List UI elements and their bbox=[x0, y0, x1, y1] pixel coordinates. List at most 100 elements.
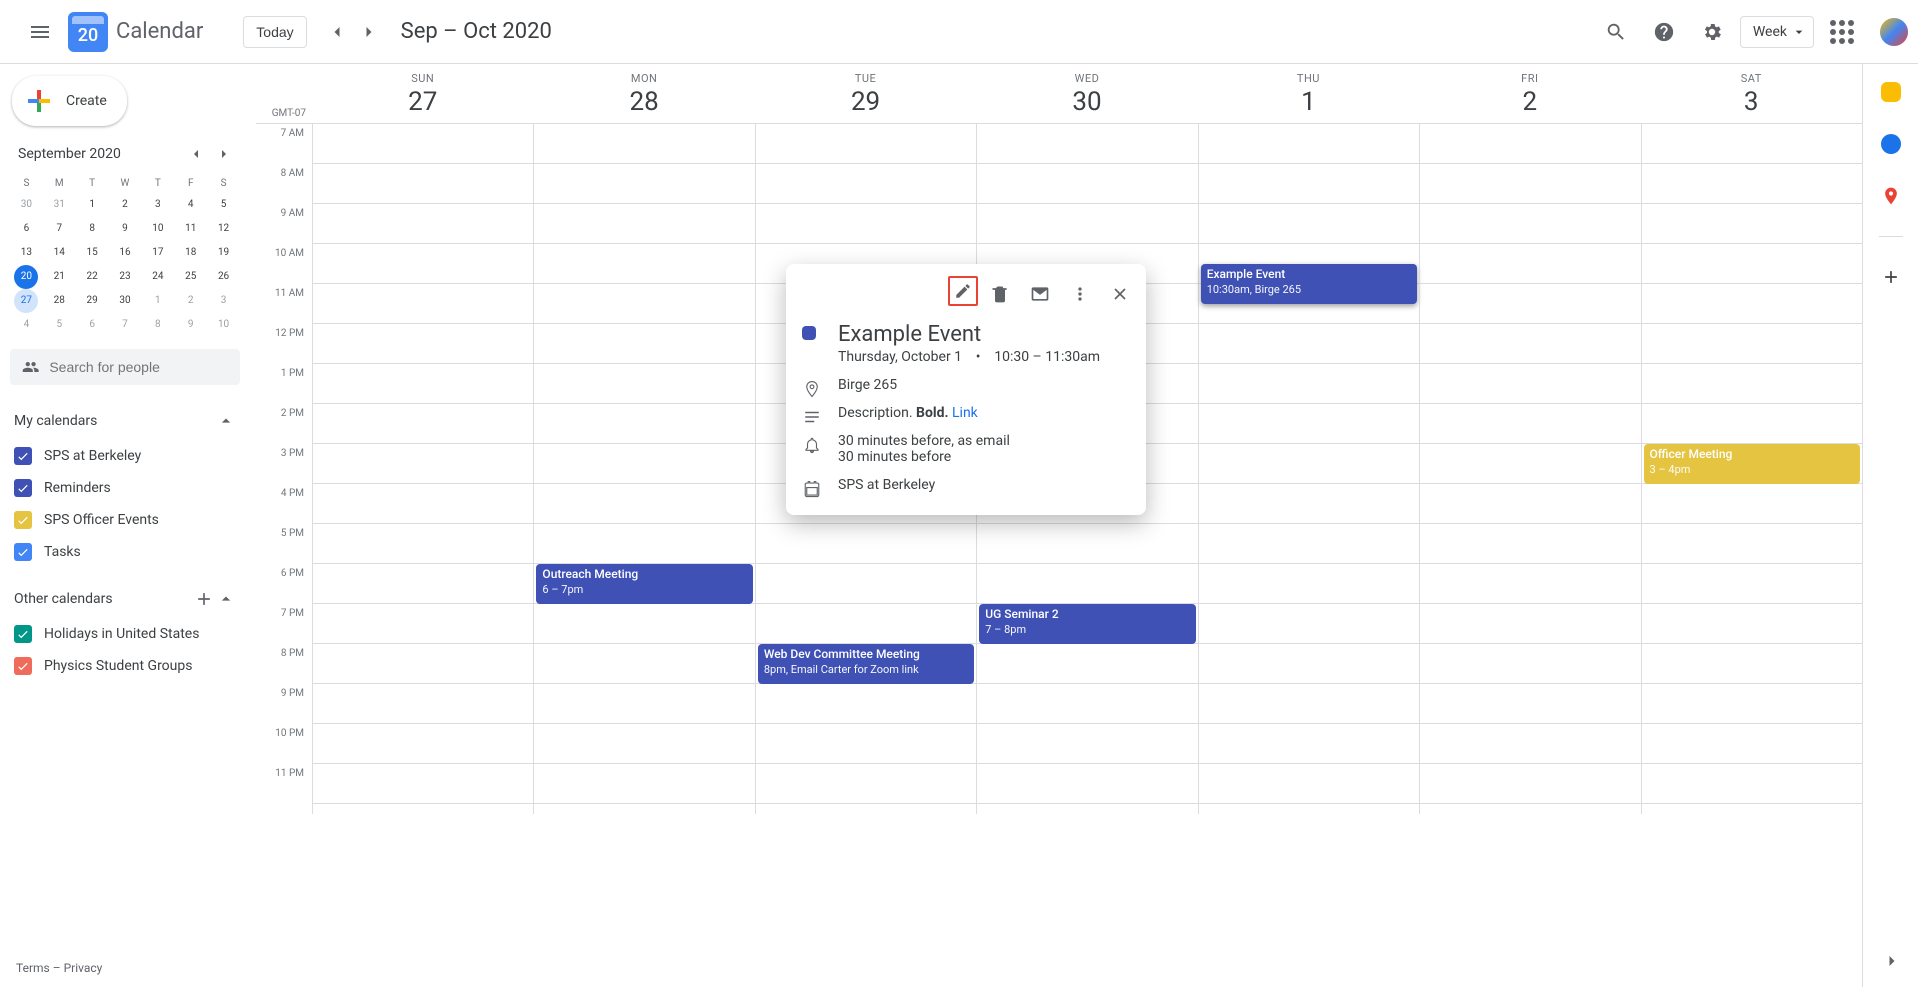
calendar-item[interactable]: Holidays in United States bbox=[10, 623, 240, 645]
calendar-checkbox[interactable] bbox=[14, 479, 32, 497]
calendar-checkbox[interactable] bbox=[14, 657, 32, 675]
mini-day[interactable]: 7 bbox=[113, 313, 137, 337]
day-column[interactable]: Example Event10:30am, Birge 265 bbox=[1198, 124, 1419, 814]
settings-button[interactable] bbox=[1692, 12, 1732, 52]
mini-day[interactable]: 2 bbox=[113, 193, 137, 217]
calendar-item[interactable]: Physics Student Groups bbox=[10, 655, 240, 677]
calendar-item[interactable]: Reminders bbox=[10, 477, 240, 499]
google-apps-button[interactable] bbox=[1822, 12, 1862, 52]
calendar-item[interactable]: Tasks bbox=[10, 541, 240, 563]
mini-day[interactable]: 30 bbox=[14, 193, 38, 217]
mini-day[interactable]: 31 bbox=[47, 193, 71, 217]
event-block[interactable]: Outreach Meeting6 – 7pm bbox=[536, 564, 752, 604]
mini-day[interactable]: 29 bbox=[80, 289, 104, 313]
mini-day[interactable]: 12 bbox=[212, 217, 236, 241]
mini-day[interactable]: 9 bbox=[179, 313, 203, 337]
mini-day[interactable]: 6 bbox=[80, 313, 104, 337]
terms-link[interactable]: Terms bbox=[16, 961, 50, 975]
mini-day[interactable]: 13 bbox=[14, 241, 38, 265]
day-header[interactable]: MON28 bbox=[533, 64, 754, 123]
mini-day[interactable]: 19 bbox=[212, 241, 236, 265]
mini-day[interactable]: 24 bbox=[146, 265, 170, 289]
day-header[interactable]: SAT3 bbox=[1641, 64, 1862, 123]
today-button[interactable]: Today bbox=[243, 16, 306, 48]
mini-day[interactable]: 7 bbox=[47, 217, 71, 241]
search-people-input[interactable] bbox=[10, 349, 240, 385]
mini-day[interactable]: 4 bbox=[14, 313, 38, 337]
event-block[interactable]: Example Event10:30am, Birge 265 bbox=[1201, 264, 1417, 304]
mini-prev-button[interactable] bbox=[184, 142, 208, 166]
calendar-checkbox[interactable] bbox=[14, 447, 32, 465]
day-column[interactable] bbox=[1419, 124, 1640, 814]
maps-addon[interactable] bbox=[1871, 176, 1911, 216]
mini-next-button[interactable] bbox=[212, 142, 236, 166]
account-avatar[interactable] bbox=[1878, 16, 1910, 48]
prev-week-button[interactable] bbox=[321, 16, 353, 48]
mini-day[interactable]: 25 bbox=[179, 265, 203, 289]
keep-addon[interactable] bbox=[1871, 72, 1911, 112]
tasks-addon[interactable] bbox=[1871, 124, 1911, 164]
add-calendar-icon[interactable] bbox=[194, 589, 214, 609]
my-calendars-toggle[interactable]: My calendars bbox=[10, 405, 240, 437]
mini-day[interactable]: 23 bbox=[113, 265, 137, 289]
privacy-link[interactable]: Privacy bbox=[64, 961, 103, 975]
close-popover-button[interactable] bbox=[1102, 276, 1138, 312]
mini-day[interactable]: 5 bbox=[47, 313, 71, 337]
mini-day[interactable]: 30 bbox=[113, 289, 137, 313]
event-block[interactable]: Web Dev Committee Meeting8pm, Email Cart… bbox=[758, 644, 974, 684]
help-button[interactable] bbox=[1644, 12, 1684, 52]
main-menu-button[interactable] bbox=[16, 8, 64, 56]
mini-day[interactable]: 17 bbox=[146, 241, 170, 265]
mini-day[interactable]: 27 bbox=[14, 289, 38, 313]
expand-side-panel[interactable] bbox=[1882, 951, 1902, 975]
mini-day[interactable]: 10 bbox=[212, 313, 236, 337]
calendar-checkbox[interactable] bbox=[14, 625, 32, 643]
mini-day[interactable]: 9 bbox=[113, 217, 137, 241]
mini-day[interactable]: 8 bbox=[80, 217, 104, 241]
mini-day[interactable]: 10 bbox=[146, 217, 170, 241]
day-header[interactable]: TUE29 bbox=[755, 64, 976, 123]
day-column[interactable]: Outreach Meeting6 – 7pm bbox=[533, 124, 754, 814]
event-block[interactable]: Officer Meeting3 – 4pm bbox=[1644, 444, 1860, 484]
calendar-checkbox[interactable] bbox=[14, 543, 32, 561]
next-week-button[interactable] bbox=[353, 16, 385, 48]
mini-day[interactable]: 5 bbox=[212, 193, 236, 217]
event-options-button[interactable] bbox=[1062, 276, 1098, 312]
mini-day[interactable]: 16 bbox=[113, 241, 137, 265]
mini-day[interactable]: 8 bbox=[146, 313, 170, 337]
mini-day[interactable]: 21 bbox=[47, 265, 71, 289]
mini-day[interactable]: 15 bbox=[80, 241, 104, 265]
calendar-item[interactable]: SPS at Berkeley bbox=[10, 445, 240, 467]
mini-day[interactable]: 1 bbox=[146, 289, 170, 313]
mini-day[interactable]: 28 bbox=[47, 289, 71, 313]
create-button[interactable]: Create bbox=[12, 76, 127, 126]
calendar-item[interactable]: SPS Officer Events bbox=[10, 509, 240, 531]
search-button[interactable] bbox=[1596, 12, 1636, 52]
mini-day[interactable]: 14 bbox=[47, 241, 71, 265]
day-header[interactable]: FRI2 bbox=[1419, 64, 1640, 123]
mini-day[interactable]: 18 bbox=[179, 241, 203, 265]
mini-day[interactable]: 20 bbox=[14, 265, 38, 289]
calendar-checkbox[interactable] bbox=[14, 511, 32, 529]
other-calendars-toggle[interactable]: Other calendars bbox=[10, 583, 240, 615]
view-switcher[interactable]: Week bbox=[1740, 16, 1814, 48]
search-people-field[interactable] bbox=[49, 359, 228, 375]
day-header[interactable]: THU1 bbox=[1198, 64, 1419, 123]
email-guests-button[interactable] bbox=[1022, 276, 1058, 312]
mini-day[interactable]: 3 bbox=[146, 193, 170, 217]
mini-day[interactable]: 2 bbox=[179, 289, 203, 313]
mini-day[interactable]: 3 bbox=[212, 289, 236, 313]
day-header[interactable]: SUN27 bbox=[312, 64, 533, 123]
mini-day[interactable]: 22 bbox=[80, 265, 104, 289]
day-header[interactable]: WED30 bbox=[976, 64, 1197, 123]
day-column[interactable]: Officer Meeting3 – 4pm bbox=[1641, 124, 1862, 814]
event-block[interactable]: UG Seminar 27 – 8pm bbox=[979, 604, 1195, 644]
mini-day[interactable]: 4 bbox=[179, 193, 203, 217]
mini-day[interactable]: 11 bbox=[179, 217, 203, 241]
logo[interactable]: 20 Calendar bbox=[68, 12, 203, 52]
day-column[interactable] bbox=[312, 124, 533, 814]
delete-event-button[interactable] bbox=[982, 276, 1018, 312]
mini-day[interactable]: 26 bbox=[212, 265, 236, 289]
edit-event-button[interactable] bbox=[948, 276, 978, 306]
mini-day[interactable]: 1 bbox=[80, 193, 104, 217]
